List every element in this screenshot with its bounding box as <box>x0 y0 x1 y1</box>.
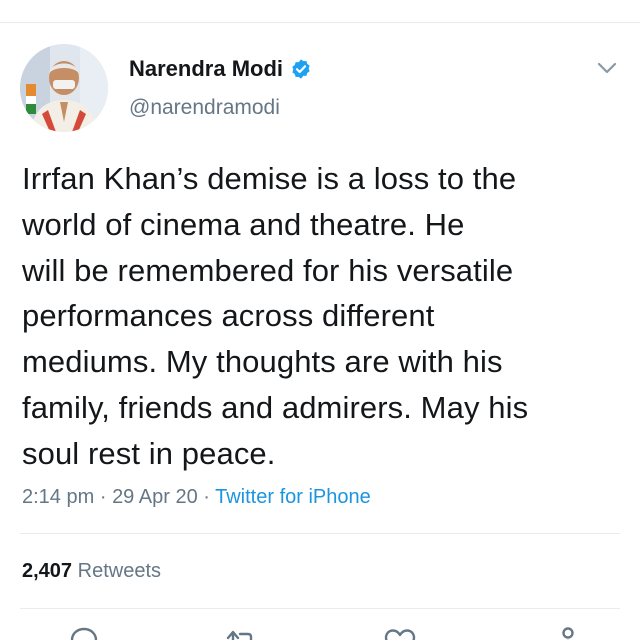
retweet-button[interactable] <box>222 624 262 640</box>
like-icon <box>384 629 416 640</box>
tweet-source-link[interactable]: Twitter for iPhone <box>215 486 371 508</box>
avatar-photo-icon <box>20 44 108 132</box>
verified-badge-icon <box>292 59 310 79</box>
divider <box>20 533 620 534</box>
retweet-icon <box>226 630 253 640</box>
divider <box>20 608 620 609</box>
meta-separator: · <box>203 486 210 508</box>
avatar[interactable] <box>20 44 108 132</box>
meta-separator: · <box>99 486 107 508</box>
tweet-date[interactable]: 29 Apr 20 <box>112 486 198 508</box>
author-handle[interactable]: @narendramodi <box>129 96 280 120</box>
top-divider <box>0 22 640 23</box>
chevron-down-icon[interactable] <box>596 60 618 76</box>
like-button[interactable] <box>380 624 420 640</box>
retweets-count: 2,407 <box>22 560 73 582</box>
tweet-detail-page: Narendra Modi @narendramodi Irrfan Khan’… <box>0 0 640 640</box>
tweet-meta: 2:14 pm · 29 Apr 20 · Twitter for iPhone <box>22 486 371 509</box>
author-name-text: Narendra Modi <box>129 56 284 81</box>
tweet-text: Irrfan Khan’s demise is a loss to the wo… <box>22 161 529 471</box>
share-button[interactable] <box>548 624 588 640</box>
reply-icon <box>70 627 98 640</box>
tweet-time[interactable]: 2:14 pm <box>22 486 94 508</box>
retweets-stat[interactable]: 2,407 Retweets <box>22 560 161 583</box>
share-icon <box>562 627 574 640</box>
reply-button[interactable] <box>64 624 104 640</box>
author-name[interactable]: Narendra Modi <box>129 56 312 82</box>
retweets-label: Retweets <box>77 560 161 582</box>
